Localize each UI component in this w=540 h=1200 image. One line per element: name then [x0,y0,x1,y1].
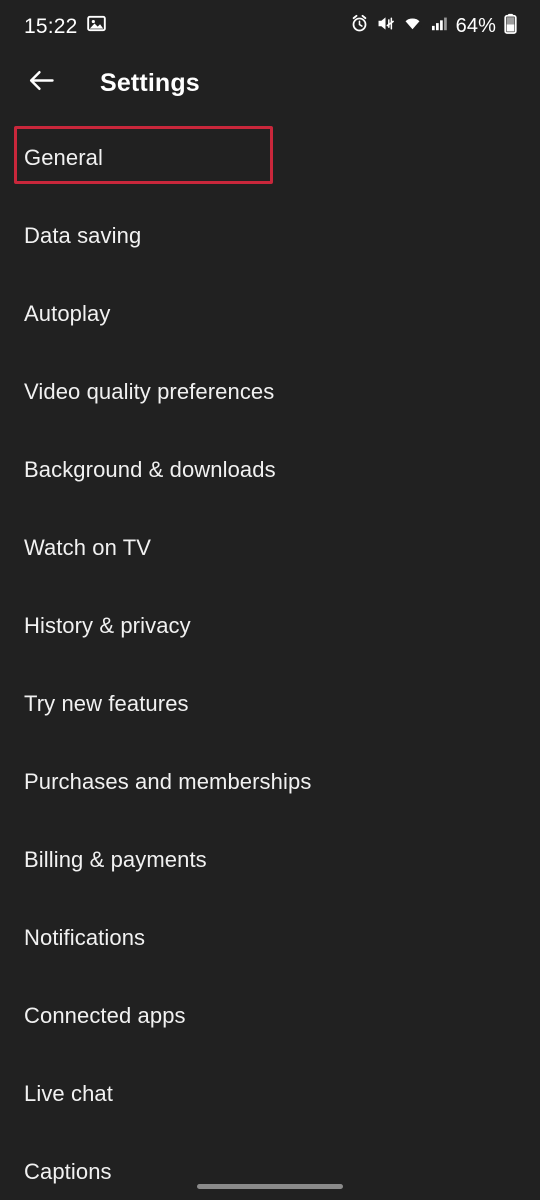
settings-item-general[interactable]: General [0,119,540,197]
status-bar-left: 15:22 [24,14,106,38]
status-bar-right: 64% [350,13,518,39]
settings-item-label: Billing & payments [24,846,207,872]
screenshot-image-icon [86,14,106,38]
page-title: Settings [100,68,200,97]
settings-item-notifications[interactable]: Notifications [0,899,540,977]
home-indicator[interactable] [197,1184,343,1189]
settings-item-label: Live chat [24,1080,113,1106]
settings-item-label: Video quality preferences [24,378,275,404]
settings-item-label: Captions [24,1158,112,1184]
settings-item-data-saving[interactable]: Data saving [0,197,540,275]
settings-item-label: Data saving [24,222,142,248]
settings-list: General Data saving Autoplay Video quali… [0,119,540,1200]
battery-icon [503,13,518,39]
settings-item-purchases-and-memberships[interactable]: Purchases and memberships [0,743,540,821]
status-bar-clock: 15:22 [24,14,78,38]
settings-item-background-and-downloads[interactable]: Background & downloads [0,431,540,509]
settings-item-label: Connected apps [24,1002,186,1028]
settings-item-billing-and-payments[interactable]: Billing & payments [0,821,540,899]
settings-item-connected-apps[interactable]: Connected apps [0,977,540,1055]
app-bar: Settings [0,52,540,114]
phone-screen: 15:22 64% Settings General Data saving A… [0,0,540,1200]
settings-item-label: Purchases and memberships [24,768,312,794]
back-button[interactable] [13,55,69,111]
settings-item-label: History & privacy [24,612,191,638]
mute-vibrate-icon [376,14,395,38]
settings-item-video-quality-preferences[interactable]: Video quality preferences [0,353,540,431]
wifi-icon [402,14,423,38]
settings-item-try-new-features[interactable]: Try new features [0,665,540,743]
settings-item-label: Try new features [24,690,189,716]
settings-item-history-and-privacy[interactable]: History & privacy [0,587,540,665]
back-arrow-icon [26,65,57,101]
alarm-clock-icon [350,14,369,38]
settings-item-captions[interactable]: Captions [0,1133,540,1200]
settings-item-watch-on-tv[interactable]: Watch on TV [0,509,540,587]
status-bar: 15:22 64% [0,0,540,52]
settings-item-label: Watch on TV [24,534,152,560]
settings-item-live-chat[interactable]: Live chat [0,1055,540,1133]
settings-item-label: Notifications [24,924,146,950]
settings-item-label: Background & downloads [24,456,276,482]
settings-item-autoplay[interactable]: Autoplay [0,275,540,353]
settings-item-label: Autoplay [24,300,111,326]
battery-percent-label: 64% [455,15,496,37]
settings-item-label: General [24,144,103,170]
cellular-signal-icon [430,14,449,38]
